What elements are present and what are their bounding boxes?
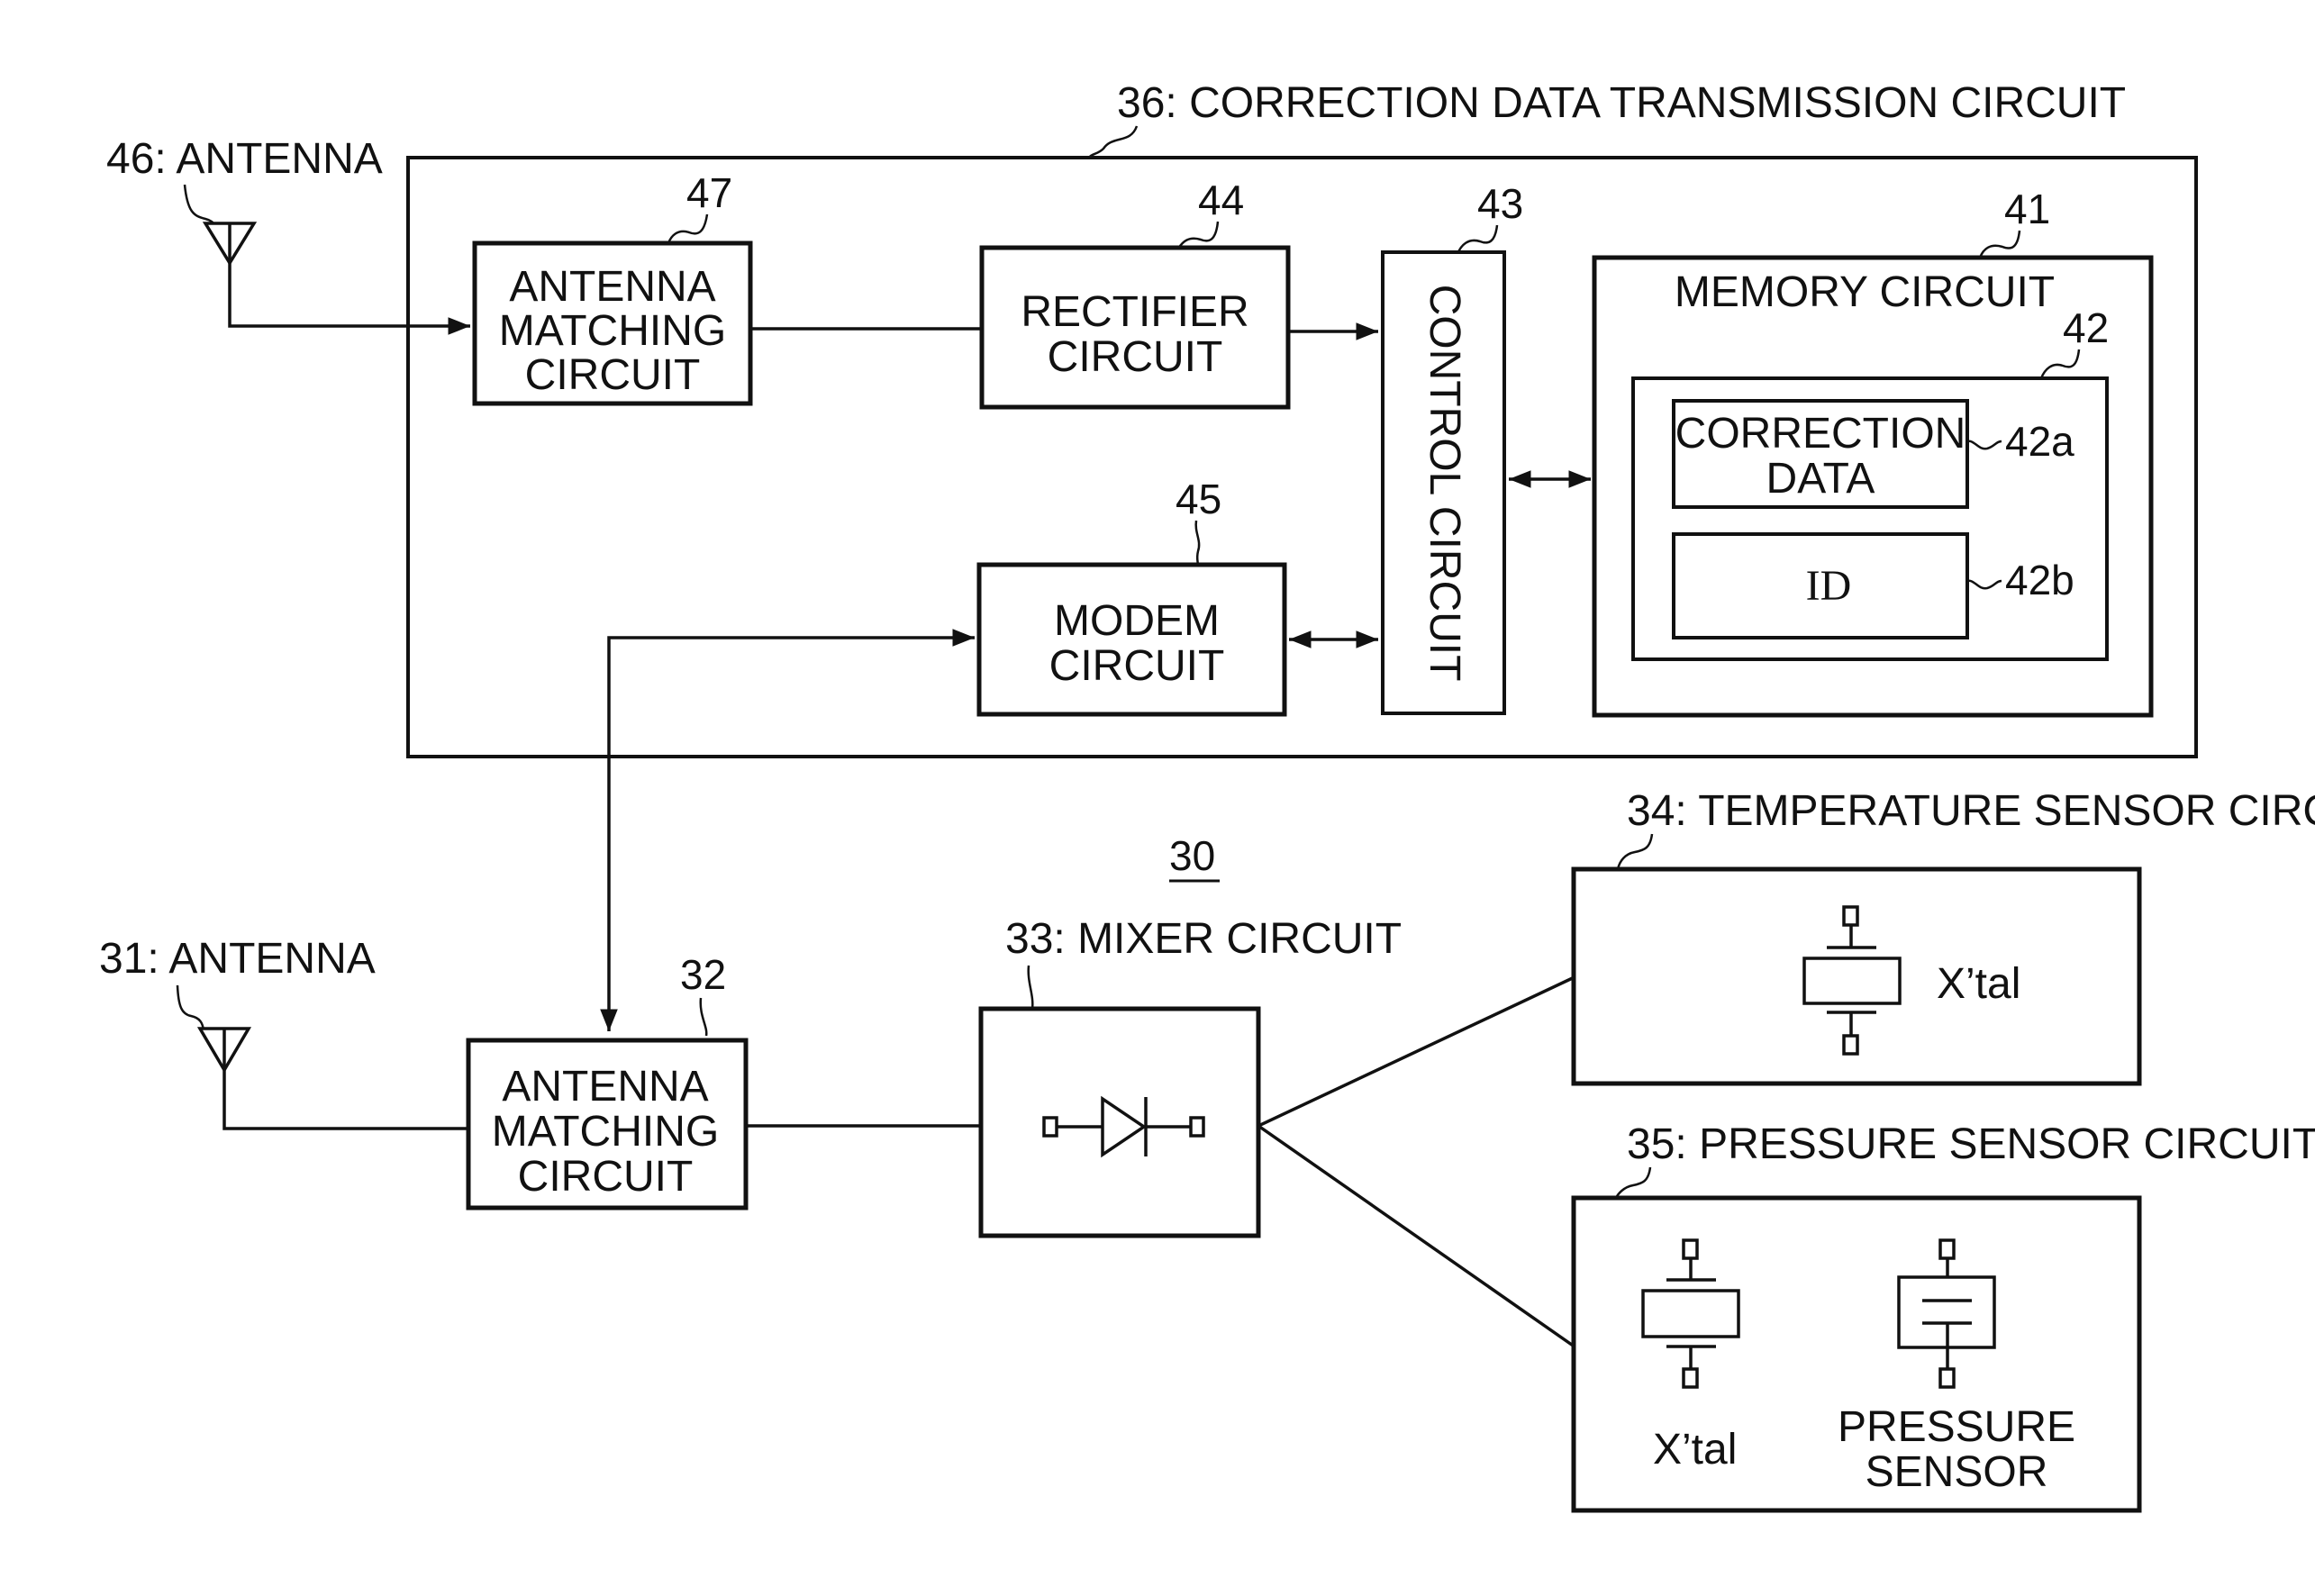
pressure-sensor-line2: SENSOR — [1866, 1448, 2048, 1496]
id-label: ID — [1806, 562, 1852, 610]
ref-32: 32 — [680, 951, 726, 998]
antenna-matching-47-line1: ANTENNA — [509, 263, 715, 311]
antenna-matching-47-line3: CIRCUIT — [525, 351, 701, 399]
wire-33-35 — [1257, 1124, 1580, 1351]
temperature-crystal-label: X’tal — [1937, 960, 2020, 1008]
ref-41: 41 — [2004, 186, 2050, 232]
temperature-sensor-label: 34: TEMPERATURE SENSOR CIRCUIT — [1627, 787, 2315, 835]
memory-label: MEMORY CIRCUIT — [1675, 268, 2055, 316]
antenna-31: 31: ANTENNA — [99, 935, 468, 1130]
ref-45: 45 — [1176, 476, 1221, 522]
pressure-sensor-label: 35: PRESSURE SENSOR CIRCUIT — [1627, 1120, 2315, 1168]
block-diagram: 36: CORRECTION DATA TRANSMISSION CIRCUIT… — [99, 79, 2315, 1513]
rectifier-line1: RECTIFIER — [1021, 288, 1248, 336]
modem-line1: MODEM — [1054, 597, 1220, 645]
mixer-circuit-33: 33: MIXER CIRCUIT — [978, 915, 1402, 1238]
correction-data-line1: CORRECTION — [1675, 410, 1966, 458]
ref-47: 47 — [686, 169, 732, 216]
antenna-31-label: 31: ANTENNA — [99, 935, 376, 983]
antenna-matching-32-line2: MATCHING — [492, 1108, 719, 1156]
antenna-31-wire — [222, 1070, 468, 1130]
control-circuit-43: 43 CONTROL CIRCUIT — [1381, 180, 1523, 715]
antenna-matching-32-line3: CIRCUIT — [518, 1153, 694, 1201]
correction-circuit-label: 36: CORRECTION DATA TRANSMISSION CIRCUIT — [1117, 79, 2126, 127]
mixer-label: 33: MIXER CIRCUIT — [1005, 915, 1402, 963]
correction-data-line2: DATA — [1766, 455, 1875, 503]
antenna-matching-47-line2: MATCHING — [499, 307, 726, 355]
ref-42a: 42a — [2005, 418, 2074, 465]
figure-reference: 30 — [1169, 832, 1215, 879]
antenna-46-label: 46: ANTENNA — [106, 135, 383, 183]
wire-33-34 — [1257, 974, 1579, 1128]
ref-42b: 42b — [2005, 557, 2074, 603]
ref-44: 44 — [1198, 177, 1244, 223]
pressure-crystal-label: X’tal — [1653, 1426, 1737, 1474]
pressure-sensor-circuit-35: 35: PRESSURE SENSOR CIRCUIT X’tal PRESSU… — [1571, 1120, 2315, 1513]
modem-line2: CIRCUIT — [1049, 642, 1225, 690]
temperature-sensor-circuit-34: 34: TEMPERATURE SENSOR CIRCUIT X’tal — [1571, 787, 2315, 1086]
antenna-matching-circuit-32: 32 ANTENNA MATCHING CIRCUIT — [466, 951, 749, 1211]
pressure-sensor-line1: PRESSURE — [1838, 1403, 2075, 1451]
leader-36 — [1086, 125, 1139, 159]
ref-42: 42 — [2063, 304, 2109, 351]
control-label: CONTROL CIRCUIT — [1421, 285, 1468, 682]
rectifier-line2: CIRCUIT — [1048, 333, 1223, 381]
ref-43: 43 — [1477, 180, 1523, 227]
memory-circuit-41: 41 MEMORY CIRCUIT 42 CORRECTION DATA 42a… — [1592, 186, 2154, 718]
antenna-matching-32-line1: ANTENNA — [502, 1063, 708, 1111]
